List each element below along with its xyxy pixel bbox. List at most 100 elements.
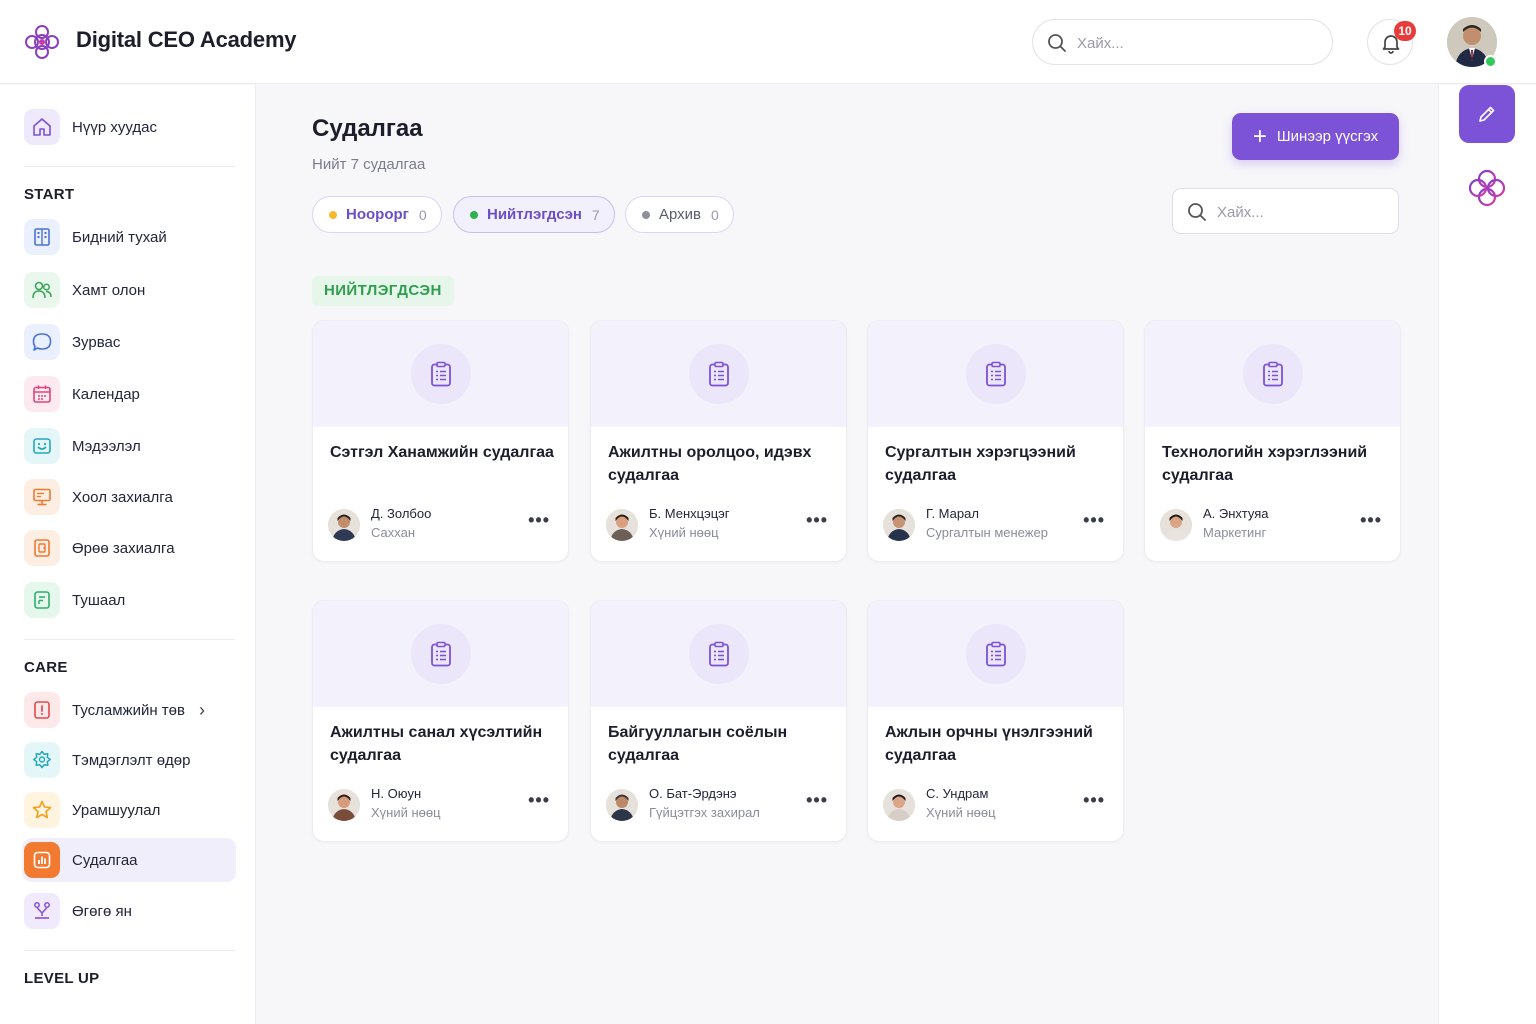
document-icon — [24, 582, 60, 618]
filter-label: Архив — [659, 206, 702, 223]
clipboard-icon — [410, 624, 471, 684]
sidebar-item-data-index[interactable]: Өгөгө ян — [22, 889, 236, 933]
team-icon — [24, 272, 60, 308]
card-title: Ажлын орчны үнэлгээний судалгаа — [885, 724, 1093, 764]
card-banner — [868, 601, 1123, 707]
survey-card[interactable]: Байгууллагын соёлын судалгаа О. Бат-Эрдэн… — [590, 600, 847, 842]
sidebar-item-label: Судалгаа — [72, 851, 138, 869]
filter-chip-draft[interactable]: Ноорорг 0 — [312, 196, 442, 233]
author-name: Г. Марал — [926, 506, 979, 521]
survey-search[interactable] — [1172, 188, 1399, 234]
author-avatar — [328, 509, 360, 541]
more-options-icon[interactable]: ••• — [528, 791, 550, 809]
more-options-icon[interactable]: ••• — [1360, 511, 1382, 529]
more-options-icon[interactable]: ••• — [1083, 791, 1105, 809]
sidebar-item-room-booking[interactable]: Өрөө захиалга — [22, 526, 236, 570]
sidebar-item-orders[interactable]: Тушаал — [22, 578, 236, 622]
sidebar-item-food-order[interactable]: Хоол захиалга — [22, 475, 236, 519]
sidebar-item-label: Тусламжийн төв — [72, 701, 185, 719]
more-options-icon[interactable]: ••• — [806, 511, 828, 529]
app-title: Digital CEO Academy — [76, 27, 297, 52]
sidebar-divider — [24, 950, 235, 951]
edit-button[interactable] — [1459, 85, 1515, 143]
header-search[interactable] — [1032, 19, 1333, 65]
sidebar-item-about[interactable]: Бидний тухай — [22, 215, 236, 259]
more-options-icon[interactable]: ••• — [1083, 511, 1105, 529]
sidebar-item-help-center[interactable]: Тусламжийн төв › — [22, 688, 236, 732]
sidebar-item-label: Тэмдэглэлт өдөр — [72, 751, 191, 769]
card-banner — [313, 601, 568, 707]
survey-card[interactable]: Технологийн хэрэглээний судалгаа А. Энхту… — [1144, 320, 1401, 562]
filter-count: 0 — [711, 206, 719, 223]
sidebar-divider — [24, 166, 235, 167]
brand-knot-icon[interactable] — [1466, 167, 1508, 209]
card-title: Технологийн хэрэглээний судалгаа — [1162, 444, 1368, 484]
top-header: Digital CEO Academy 10 — [0, 0, 1536, 84]
survey-card[interactable]: Сэтгэл Ханамжийн судалгаа Д. Золбоо Саххан… — [312, 320, 569, 562]
sidebar-item-label: Зурвас — [72, 333, 121, 351]
author-avatar — [606, 789, 638, 821]
section-title-level-up: LEVEL UP — [24, 970, 100, 987]
author-role: Хүний нөөц — [649, 525, 719, 540]
more-options-icon[interactable]: ••• — [806, 791, 828, 809]
room-booking-icon — [24, 530, 60, 566]
sidebar-item-home[interactable]: Нүүр хуудас — [22, 105, 236, 149]
author-avatar — [1160, 509, 1192, 541]
sidebar-item-label: Урамшуулал — [72, 801, 161, 819]
create-new-button[interactable]: + Шинээр үүсгэх — [1232, 113, 1399, 160]
survey-card[interactable]: Сургалтын хэрэгцээний судалгаа Г. Марал Су… — [867, 320, 1124, 562]
calendar-icon — [24, 376, 60, 412]
sidebar-item-news[interactable]: Мэдээлэл — [22, 424, 236, 468]
sidebar-item-special-days[interactable]: Тэмдэглэлт өдөр — [22, 738, 236, 782]
home-icon — [24, 109, 60, 145]
survey-card[interactable]: Ажилтны оролцоо, идэвх судалгаа Б. Менхцэ… — [590, 320, 847, 562]
section-title-care: CARE — [24, 659, 68, 676]
author-name: Д. Золбоо — [371, 506, 432, 521]
author-name: Б. Менхцэцэг — [649, 506, 730, 521]
survey-chart-icon — [24, 842, 60, 878]
author-name: О. Бат-Эрдэнэ — [649, 786, 737, 801]
sidebar-item-messages[interactable]: Зурвас — [22, 320, 236, 364]
help-center-icon — [24, 692, 60, 728]
status-dot-icon — [329, 210, 337, 219]
card-banner — [591, 321, 846, 427]
notification-count-badge: 10 — [1394, 21, 1416, 41]
survey-card[interactable]: Ажилтны санал хүсэлтийн судалгаа Н. Оюун Х… — [312, 600, 569, 842]
building-icon — [24, 219, 60, 255]
sidebar-item-label: Хамт олон — [72, 281, 146, 299]
card-title: Байгууллагын соёлын судалгаа — [608, 724, 788, 764]
filter-chip-archive[interactable]: Архив 0 — [625, 196, 734, 233]
chat-bubble-icon — [24, 324, 60, 360]
academy-logo-icon[interactable] — [22, 22, 62, 62]
status-dot-icon — [470, 210, 478, 219]
sidebar-item-label: Нүүр хуудас — [72, 118, 157, 136]
card-banner — [591, 601, 846, 707]
card-title: Ажилтны оролцоо, идэвх судалгаа — [608, 444, 812, 484]
sidebar-item-team[interactable]: Хамт олон — [22, 268, 236, 312]
section-title-start: START — [24, 186, 75, 203]
filter-chip-published[interactable]: Нийтлэгдсэн 7 — [453, 196, 615, 233]
create-new-label: Шинээр үүсгэх — [1276, 128, 1379, 145]
status-dot-icon — [642, 210, 650, 219]
survey-search-input[interactable] — [1217, 201, 1387, 223]
author-role: Саххан — [371, 525, 416, 540]
card-banner — [1145, 321, 1400, 427]
card-title: Ажилтны санал хүсэлтийн судалгаа — [330, 724, 543, 764]
survey-card[interactable]: Ажлын орчны үнэлгээний судалгаа С. Ундрам… — [867, 600, 1124, 842]
sidebar-item-rewards[interactable]: Урамшуулал — [22, 788, 236, 832]
sidebar-item-label: Өрөө захиалга — [72, 539, 175, 557]
clipboard-icon — [688, 624, 749, 684]
author-name: Н. Оюун — [371, 786, 422, 801]
sidebar-divider — [24, 639, 235, 640]
author-name: А. Энхтуяа — [1203, 506, 1269, 521]
filter-label: Нийтлэгдсэн — [487, 206, 582, 223]
plus-icon: + — [1252, 122, 1267, 150]
sidebar-item-calendar[interactable]: Календар — [22, 372, 236, 416]
special-day-icon — [24, 742, 60, 778]
more-options-icon[interactable]: ••• — [528, 511, 550, 529]
online-status-indicator — [1484, 55, 1497, 68]
author-role: Хүний нөөц — [926, 805, 996, 820]
header-search-input[interactable] — [1077, 32, 1317, 54]
sidebar-item-surveys[interactable]: Судалгаа — [22, 838, 236, 882]
news-icon — [24, 428, 60, 464]
